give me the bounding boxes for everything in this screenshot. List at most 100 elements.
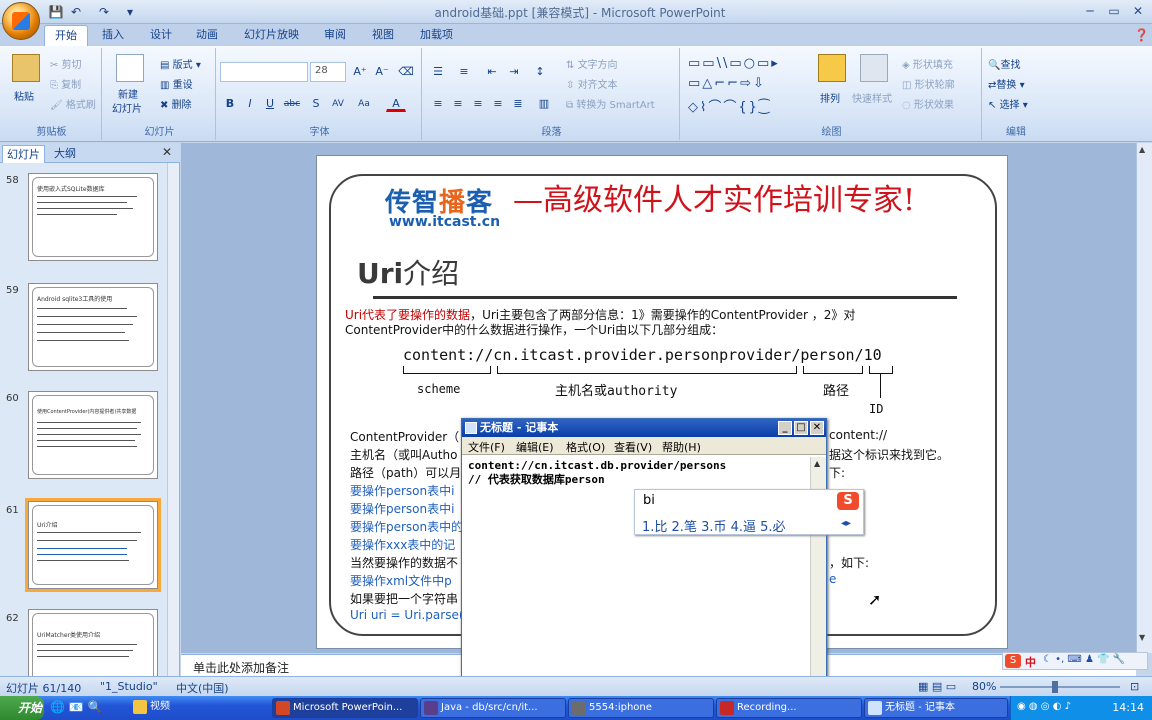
menu-view[interactable]: 查看(V)	[614, 439, 652, 455]
distribute-icon[interactable]: ≣	[508, 94, 528, 112]
slide-thumbnail-selected[interactable]: Uri介绍	[25, 498, 161, 592]
copy-button[interactable]: ⎘ 复制	[50, 76, 81, 91]
justify-icon[interactable]: ≡	[488, 94, 508, 112]
tab-insert[interactable]: 插入	[92, 25, 134, 46]
view-buttons-icon[interactable]: ▦ ▤ ▭	[918, 680, 956, 693]
clear-format-icon[interactable]: ⌫	[396, 62, 416, 80]
scroll-down-icon[interactable]: ▼	[1139, 633, 1145, 642]
maximize-button[interactable]: ▭	[1102, 2, 1126, 20]
zoom-level[interactable]: 80%	[972, 680, 996, 693]
tab-slideshow[interactable]: 幻灯片放映	[234, 25, 309, 46]
slide-thumbnail[interactable]: 使用嵌入式SQLite数据库	[28, 173, 158, 261]
tab-addins[interactable]: 加载项	[410, 25, 463, 46]
slide-thumbnail[interactable]: UriMatcher类使用介绍	[28, 609, 158, 676]
align-left-icon[interactable]: ≡	[428, 94, 448, 112]
layout-button[interactable]: ▤ 版式 ▾	[160, 56, 201, 71]
start-button[interactable]: 开始	[0, 696, 44, 720]
italic-icon[interactable]: I	[240, 94, 260, 112]
tab-animation[interactable]: 动画	[186, 25, 228, 46]
save-icon[interactable]: 💾	[48, 4, 64, 20]
align-center-icon[interactable]: ≡	[448, 94, 468, 112]
ime-mode-indicator[interactable]: 中	[1025, 654, 1036, 670]
taskbar-item-emulator[interactable]: 5554:iphone	[568, 698, 714, 718]
close-button[interactable]: ✕	[1126, 2, 1150, 20]
strikethrough-icon[interactable]: abc	[282, 94, 302, 112]
paste-button[interactable]: 粘贴	[14, 88, 34, 103]
tray-icons[interactable]: ◉ ◍ ◎ ◐ ♪	[1017, 701, 1071, 712]
reset-button[interactable]: ▥ 重设	[160, 76, 193, 91]
tab-slides[interactable]: 幻灯片	[2, 145, 45, 163]
select-button[interactable]: ↖ 选择 ▾	[988, 96, 1028, 111]
tab-review[interactable]: 审阅	[314, 25, 356, 46]
quick-launch-icons[interactable]: 🌐 📧 🔍	[50, 700, 102, 714]
shape-outline-button[interactable]: ◫ 形状轮廓	[902, 76, 955, 91]
find-button[interactable]: 🔍查找	[988, 56, 1020, 71]
redo-icon[interactable]: ↷	[96, 4, 112, 20]
cut-button[interactable]: ✂ 剪切	[50, 56, 82, 71]
grow-font-icon[interactable]: A⁺	[350, 62, 370, 80]
ime-candidates[interactable]: 1.比 2.笔 3.币 4.逼 5.必	[642, 516, 786, 535]
quick-styles-icon[interactable]	[860, 54, 888, 82]
char-spacing-icon[interactable]: AV	[328, 94, 348, 112]
taskbar-item-recording[interactable]: Recording...	[716, 698, 862, 718]
bold-icon[interactable]: B	[220, 94, 240, 112]
change-case-icon[interactable]: Aa	[354, 94, 374, 112]
font-color-icon[interactable]: A	[386, 94, 406, 112]
tab-outline[interactable]: 大纲	[50, 145, 80, 163]
align-text-button[interactable]: ⇳ 对齐文本	[566, 76, 618, 91]
replace-button[interactable]: ⇄替换 ▾	[988, 76, 1025, 91]
quick-styles-button[interactable]: 快速样式	[852, 90, 892, 105]
taskbar-item-powerpoint[interactable]: Microsoft PowerPoin...	[272, 698, 418, 718]
numbering-icon[interactable]: ≡	[454, 62, 474, 80]
notepad-window[interactable]: 无标题 - 记事本 _ □ ✕ 文件(F) 编辑(E) 格式(O) 查看(V) …	[461, 418, 827, 692]
delete-slide-button[interactable]: ✖ 删除	[160, 96, 192, 111]
new-slide-button[interactable]: 新建	[118, 86, 138, 101]
zoom-slider-thumb[interactable]	[1052, 681, 1058, 693]
menu-format[interactable]: 格式(O)	[566, 439, 605, 455]
bullets-icon[interactable]: ☰	[428, 62, 448, 80]
text-direction-button[interactable]: ⇅ 文字方向	[566, 56, 618, 71]
font-size-select[interactable]: 28	[310, 62, 346, 82]
undo-icon[interactable]: ↶	[68, 4, 84, 20]
decrease-indent-icon[interactable]: ⇤	[482, 62, 502, 80]
align-right-icon[interactable]: ≡	[468, 94, 488, 112]
tab-design[interactable]: 设计	[140, 25, 182, 46]
font-name-select[interactable]	[220, 62, 308, 82]
minimize-button[interactable]: ─	[1078, 2, 1102, 20]
shapes-gallery-row2[interactable]: ▭△⌐⌐⇨⇩	[688, 76, 766, 91]
zoom-slider[interactable]	[1000, 686, 1120, 688]
menu-help[interactable]: 帮助(H)	[662, 439, 701, 455]
line-spacing-icon[interactable]: ↕	[530, 62, 550, 80]
shapes-gallery-row1[interactable]: ▭▭\\▭○▭▸	[688, 56, 780, 71]
underline-icon[interactable]: U	[260, 94, 280, 112]
taskbar-item-folder[interactable]: 视频	[130, 698, 270, 718]
shadow-icon[interactable]: S	[306, 94, 326, 112]
clock[interactable]: 14:14	[1112, 701, 1144, 714]
columns-icon[interactable]: ▥	[534, 94, 554, 112]
taskbar-item-eclipse[interactable]: Java - db/src/cn/it...	[420, 698, 566, 718]
shape-effects-button[interactable]: ◌ 形状效果	[902, 96, 954, 111]
slide-thumbnail[interactable]: 使用ContentProvider(内容提供者)共享数据	[28, 391, 158, 479]
tab-view[interactable]: 视图	[362, 25, 404, 46]
paste-icon[interactable]	[12, 54, 40, 82]
scroll-up-icon[interactable]: ▲	[1139, 145, 1145, 154]
notepad-title-bar[interactable]: 无标题 - 记事本 _ □ ✕	[462, 419, 826, 437]
office-button[interactable]	[2, 2, 40, 40]
notepad-minimize-button[interactable]: _	[778, 421, 792, 435]
format-painter-button[interactable]: 🖌 格式刷	[50, 96, 96, 111]
smartart-button[interactable]: ⧉ 转换为 SmartArt	[566, 96, 655, 111]
ime-candidate-window[interactable]: bi S 1.比 2.笔 3.币 4.逼 5.必 ◂▸	[634, 489, 864, 535]
arrange-icon[interactable]	[818, 54, 846, 82]
shrink-font-icon[interactable]: A⁻	[372, 62, 392, 80]
customize-quick-access-icon[interactable]: ▾	[122, 4, 138, 20]
ime-status-bar[interactable]: S 中 ☾ •, ⌨ ♟ 👕 🔧	[1002, 652, 1148, 670]
new-slide-icon[interactable]	[116, 54, 144, 82]
fit-window-icon[interactable]: ⊡	[1130, 680, 1139, 693]
ime-tools-icons[interactable]: ☾ •, ⌨ ♟ 👕 🔧	[1043, 654, 1125, 665]
shape-fill-button[interactable]: ◈ 形状填充	[902, 56, 953, 71]
slides-pane-scrollbar[interactable]	[167, 163, 179, 676]
ime-page-arrows-icon[interactable]: ◂▸	[841, 518, 851, 529]
editor-vertical-scrollbar[interactable]: ▲ ▼	[1136, 143, 1152, 653]
notepad-maximize-button[interactable]: □	[794, 421, 808, 435]
taskbar-item-notepad[interactable]: 无标题 - 记事本	[864, 698, 1008, 718]
